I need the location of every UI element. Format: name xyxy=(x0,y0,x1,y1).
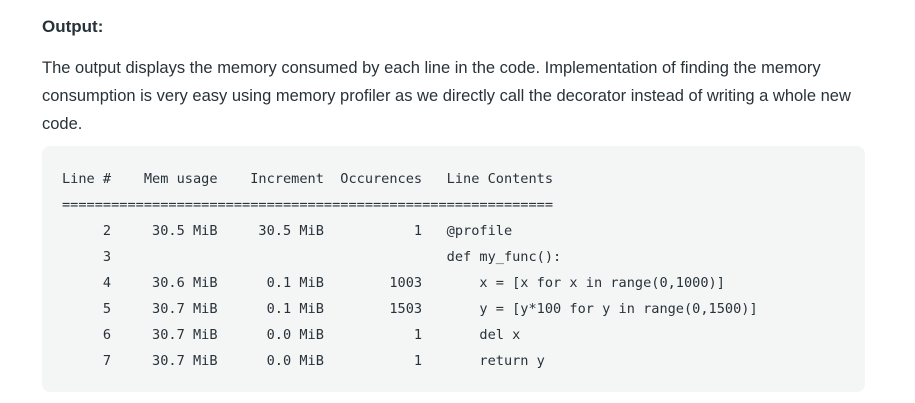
profiler-row: 6 30.7 MiB 0.0 MiB 1 del x xyxy=(62,327,521,343)
profiler-separator: ========================================… xyxy=(62,197,554,213)
profiler-row: 5 30.7 MiB 0.1 MiB 1503 y = [y*100 for y… xyxy=(62,301,758,317)
profiler-row: 3 def my_func(): xyxy=(62,249,562,265)
code-output-block: Line # Mem usage Increment Occurences Li… xyxy=(42,146,865,392)
profiler-row: 4 30.6 MiB 0.1 MiB 1003 x = [x for x in … xyxy=(62,275,725,291)
profiler-output: Line # Mem usage Increment Occurences Li… xyxy=(62,166,758,374)
description-paragraph: The output displays the memory consumed … xyxy=(42,59,851,133)
output-heading: Output: xyxy=(42,17,104,36)
profiler-row: 7 30.7 MiB 0.0 MiB 1 return y xyxy=(62,353,545,369)
profiler-header: Line # Mem usage Increment Occurences Li… xyxy=(62,171,554,187)
profiler-row: 2 30.5 MiB 30.5 MiB 1 @profile xyxy=(62,223,513,239)
